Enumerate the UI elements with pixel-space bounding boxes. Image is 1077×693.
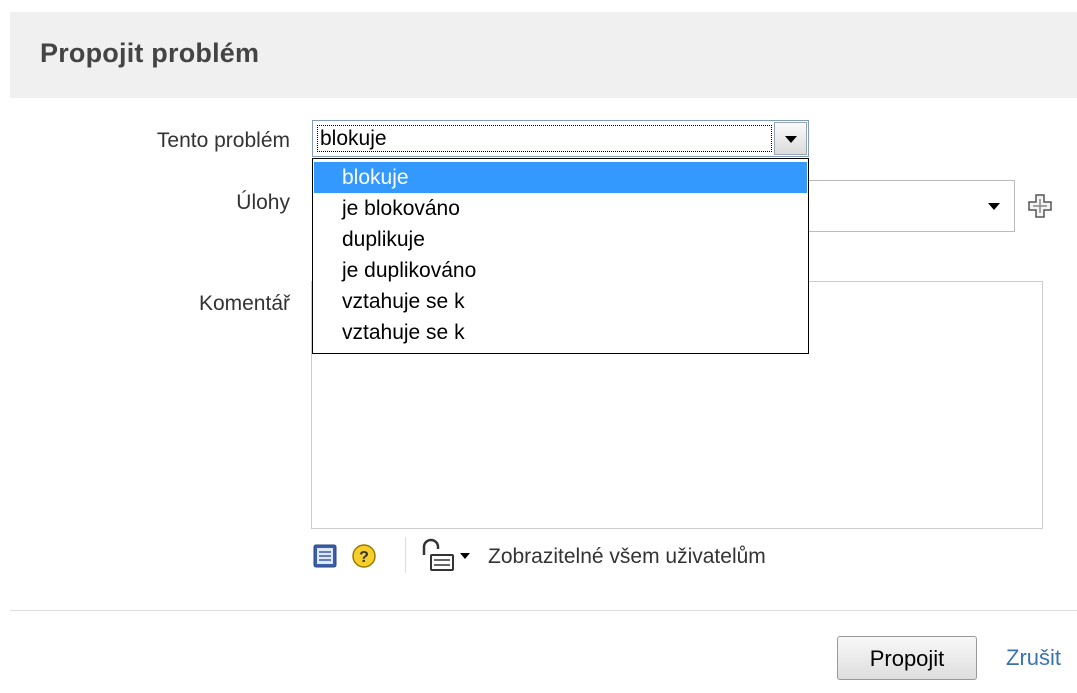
security-dropdown-icon[interactable]: [460, 553, 470, 559]
dialog-header: Propojit problém: [10, 12, 1077, 98]
dropdown-option[interactable]: je duplikováno: [314, 255, 807, 286]
footer-divider: [10, 610, 1077, 611]
link-type-select[interactable]: blokuje: [312, 120, 809, 157]
select-dropdown-button[interactable]: [774, 122, 807, 155]
issues-label: Úlohy: [236, 191, 290, 214]
wiki-markup-icon[interactable]: [312, 543, 338, 569]
chevron-down-icon: [784, 135, 797, 143]
comment-label: Komentář: [198, 292, 290, 315]
toolbar-separator: [405, 537, 406, 573]
link-type-selected-value: blokuje: [320, 127, 387, 150]
link-type-label: Tento problém: [156, 129, 290, 152]
link-type-dropdown-list[interactable]: blokuje je blokováno duplikuje je duplik…: [312, 158, 809, 354]
lock-icon[interactable]: [418, 538, 458, 572]
issues-chevron-down-icon[interactable]: [988, 203, 1000, 210]
dropdown-option[interactable]: je blokováno: [314, 193, 807, 224]
plus-icon[interactable]: [1027, 193, 1053, 219]
svg-text:?: ?: [359, 549, 369, 566]
cancel-link[interactable]: Zrušit: [1006, 645, 1061, 671]
dropdown-option[interactable]: blokuje: [314, 162, 807, 193]
link-submit-button[interactable]: Propojit: [837, 636, 977, 680]
dropdown-option[interactable]: duplikuje: [314, 224, 807, 255]
dropdown-option[interactable]: vztahuje se k: [314, 286, 807, 317]
visibility-label[interactable]: Zobrazitelné všem uživatelům: [488, 545, 766, 569]
dialog-title: Propojit problém: [40, 38, 260, 68]
help-icon[interactable]: ?: [351, 543, 377, 569]
dropdown-option[interactable]: vztahuje se k: [314, 317, 807, 348]
